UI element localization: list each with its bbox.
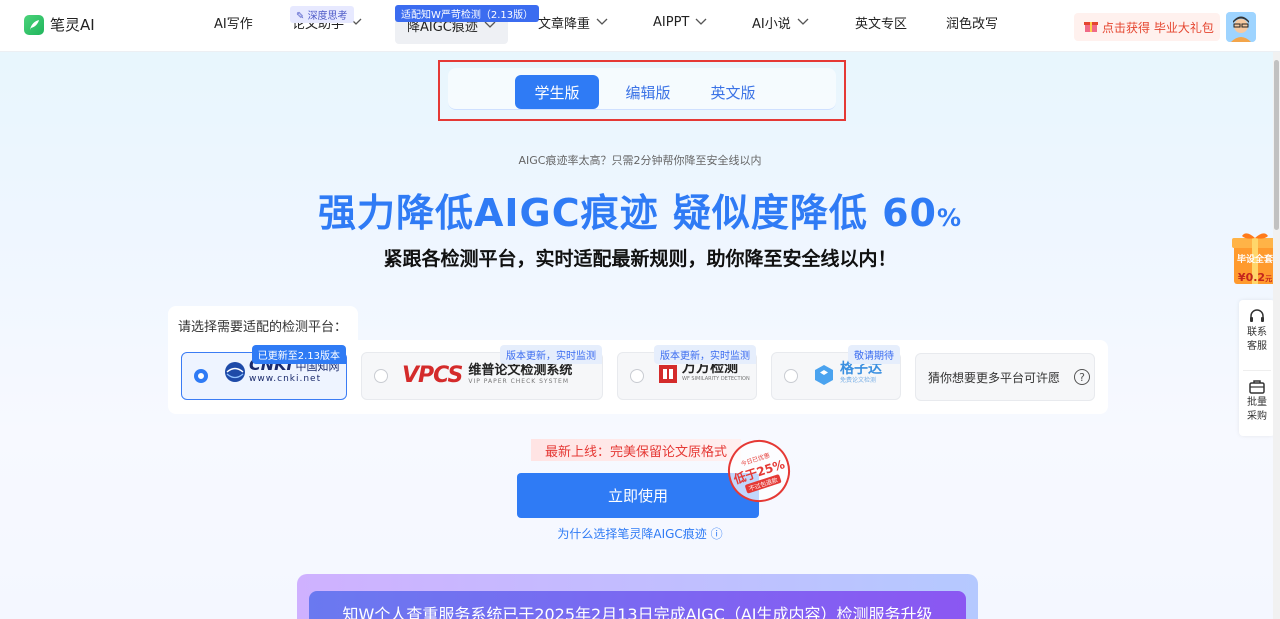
tab-student[interactable]: 学生版	[515, 75, 599, 109]
wanfang-icon	[659, 365, 677, 383]
logo-text: 笔灵AI	[50, 16, 95, 34]
edit-icon: ✎	[296, 11, 308, 22]
nav-label: 英文专区	[855, 16, 908, 32]
radio-button[interactable]	[630, 369, 644, 383]
platform-option-wanfang[interactable]: 万方检测 WF SIMILARITY DETECTION 版本更新，实时监测	[617, 345, 757, 400]
vpcs-logo-cn: 维普论文检测系统	[468, 362, 573, 378]
platform-label: 请选择需要适配的检测平台：	[168, 306, 358, 342]
tab-english[interactable]: 英文版	[693, 75, 773, 109]
update-tag: 版本更新，实时监测	[654, 345, 756, 364]
bulk-label-1: 批量	[1247, 397, 1267, 408]
cnki-url: www.cnki.net	[249, 374, 322, 384]
hero-title: 强力降低AIGC痕迹 疑似度降低 60%	[0, 182, 1280, 237]
hero-title-main: 强力降低AIGC痕迹 疑似度降低 60	[317, 191, 937, 235]
wish-more-platforms[interactable]: 猜你想要更多平台可许愿 ?	[915, 353, 1095, 401]
gift-price-value: ¥0.2	[1237, 271, 1266, 284]
platform-selector: CNKI 中国知网 www.cnki.net 已更新至2.13版本 VPCS 维…	[168, 340, 1108, 414]
feather-logo-icon	[24, 14, 44, 35]
chevron-down-icon	[695, 18, 707, 25]
chevron-down-icon	[797, 18, 809, 25]
nav-ai-novel[interactable]: AI小说	[752, 0, 809, 44]
contact-label-1: 联系	[1247, 327, 1267, 338]
gift-top-text: 毕设全套	[1236, 255, 1273, 265]
deep-thinking-badge: ✎ 深度思考	[290, 6, 354, 23]
platform-option-gezida[interactable]: 格子达 免费论文检测 敬请期待	[771, 345, 901, 400]
upgrade-notice: 知W个人查重服务系统已于2025年2月13日完成AIGC（AI生成内容）检测服务…	[297, 574, 978, 619]
nav-label: AI写作	[214, 16, 253, 32]
contact-support-button[interactable]: 联系 客服	[1239, 308, 1275, 354]
promo-label: 点击获得 毕业大礼包	[1102, 20, 1214, 35]
wish-label: 猜你想要更多平台可许愿	[928, 370, 1061, 385]
graduation-gift-button[interactable]: 点击获得 毕业大礼包	[1074, 13, 1220, 41]
upgrade-notice-text: 知W个人查重服务系统已于2025年2月13日完成AIGC（AI生成内容）检测服务…	[309, 591, 966, 619]
logo[interactable]: 笔灵AI	[24, 14, 95, 35]
user-avatar[interactable]	[1226, 12, 1256, 42]
nav-aippt[interactable]: AIPPT	[653, 0, 707, 44]
update-tag: 已更新至2.13版本	[251, 345, 346, 364]
vpcs-logo-sub: VIP PAPER CHECK SYSTEM	[468, 377, 570, 385]
gezida-icon	[815, 365, 833, 385]
badge-text: 深度思考	[307, 11, 348, 22]
hero-description: 紧跟各检测平台，实时适配最新规则，助你降至安全线以内！	[383, 248, 897, 270]
wanfang-logo-cn: 万方检测	[682, 360, 738, 376]
gift-icon	[1084, 19, 1098, 36]
radio-button[interactable]	[194, 369, 208, 383]
nav-english-zone[interactable]: 英文专区	[855, 0, 907, 44]
help-circle-icon: ⓘ	[706, 527, 723, 541]
scrollbar[interactable]	[1273, 52, 1280, 619]
bulk-purchase-button[interactable]: 批量 采购	[1239, 378, 1275, 424]
graduation-gift-widget[interactable]: 毕设全套 ¥0.2元	[1232, 230, 1278, 286]
radio-button[interactable]	[374, 369, 388, 383]
use-now-button[interactable]: 立即使用	[517, 473, 759, 518]
top-nav-bar: 笔灵AI AI写作 论文助手 ✎ 深度思考 降AIGC痕迹 适配知W严苛检测（2…	[0, 0, 1280, 52]
platform-option-cnki[interactable]: CNKI 中国知网 www.cnki.net 已更新至2.13版本	[181, 345, 347, 400]
gezida-logo-cn: 格子达	[840, 361, 882, 377]
new-feature-banner: 最新上线：完美保留论文原格式	[531, 439, 741, 461]
why-choose-link[interactable]: 为什么选择笔灵降AIGC痕迹 ⓘ	[0, 525, 1280, 542]
coming-soon-tag: 敬请期待	[848, 345, 900, 364]
vpcs-logo-text: VPCS	[402, 363, 463, 388]
vpcs-logo: VPCS 维普论文检测系统 VIP PAPER CHECK SYSTEM	[402, 363, 572, 388]
hero-title-pct: %	[936, 204, 962, 232]
why-text: 为什么选择笔灵降AIGC痕迹	[557, 527, 707, 541]
hero-subtitle: AIGC痕迹率太高？只需2分钟帮你降至安全线以内	[518, 154, 762, 167]
radio-button[interactable]	[784, 369, 798, 383]
cnki-globe-icon	[225, 362, 245, 382]
platform-option-vpcs[interactable]: VPCS 维普论文检测系统 VIP PAPER CHECK SYSTEM 版本更…	[361, 345, 603, 400]
nav-label: 润色改写	[946, 16, 999, 32]
nav-label: AI小说	[752, 16, 791, 32]
contact-label-2: 客服	[1247, 341, 1267, 352]
side-tool-panel: 联系 客服 批量 采购	[1239, 300, 1275, 436]
nav-article-dedup[interactable]: 文章降重	[538, 0, 608, 44]
version-tabs-highlight: 学生版 编辑版 英文版	[438, 60, 846, 121]
scroll-thumb[interactable]	[1274, 60, 1279, 230]
chevron-down-icon	[484, 21, 496, 28]
question-icon: ?	[1074, 369, 1091, 385]
nav-label: AIPPT	[653, 14, 690, 30]
nav-ai-writing[interactable]: AI写作	[214, 0, 253, 44]
adapt-badge: 适配知W严苛检测（2.13版）	[395, 5, 540, 22]
chevron-down-icon	[596, 18, 608, 25]
gezida-logo: 格子达 免费论文检测	[812, 361, 882, 387]
update-tag: 版本更新，实时监测	[500, 345, 602, 364]
gift-price: ¥0.2元	[1232, 266, 1278, 285]
bulk-label-2: 采购	[1247, 411, 1267, 422]
wanfang-logo: 万方检测 WF SIMILARITY DETECTION	[658, 360, 750, 385]
version-tabs: 学生版 编辑版 英文版	[448, 68, 836, 110]
briefcase-icon	[1249, 380, 1265, 394]
nav-label: 文章降重	[538, 16, 591, 32]
divider	[1243, 370, 1271, 371]
wanfang-logo-sub: WF SIMILARITY DETECTION	[682, 376, 750, 382]
gift-price-unit: 元	[1265, 275, 1273, 283]
tab-editor[interactable]: 编辑版	[608, 75, 688, 109]
headset-icon	[1250, 309, 1264, 322]
nav-polish-rewrite[interactable]: 润色改写	[946, 0, 998, 44]
gezida-logo-sub: 免费论文检测	[840, 377, 877, 384]
